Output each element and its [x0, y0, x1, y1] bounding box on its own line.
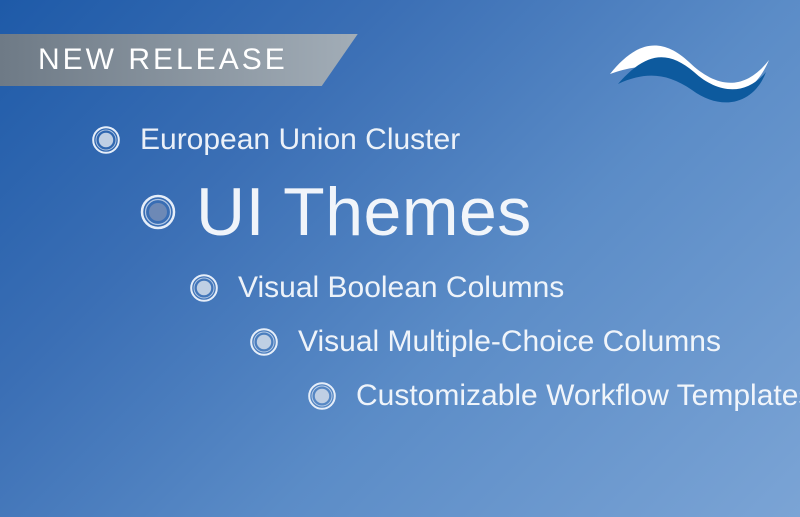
bullet-icon — [188, 272, 220, 304]
bullet-icon — [306, 380, 338, 412]
new-release-banner: NEW RELEASE — [0, 34, 358, 86]
bullet-icon — [138, 192, 178, 232]
bullet-icon — [248, 326, 280, 358]
feature-label: European Union Cluster — [140, 125, 460, 155]
feature-label: Visual Multiple-Choice Columns — [298, 327, 721, 357]
feature-label: UI Themes — [196, 178, 532, 246]
feature-item-eu-cluster: European Union Cluster — [90, 124, 800, 156]
feature-list: European Union Cluster UI Themes Visual … — [0, 124, 800, 412]
banner-label: NEW RELEASE — [38, 43, 288, 77]
feature-label: Visual Boolean Columns — [238, 273, 564, 303]
feature-item-visual-boolean: Visual Boolean Columns — [188, 272, 800, 304]
feature-item-workflow-templates: Customizable Workflow Templates — [306, 380, 800, 412]
bullet-icon — [90, 124, 122, 156]
feature-item-ui-themes: UI Themes — [138, 178, 800, 246]
wave-logo-icon — [604, 14, 774, 124]
feature-item-visual-multiple-choice: Visual Multiple-Choice Columns — [248, 326, 800, 358]
feature-label: Customizable Workflow Templates — [356, 381, 800, 411]
